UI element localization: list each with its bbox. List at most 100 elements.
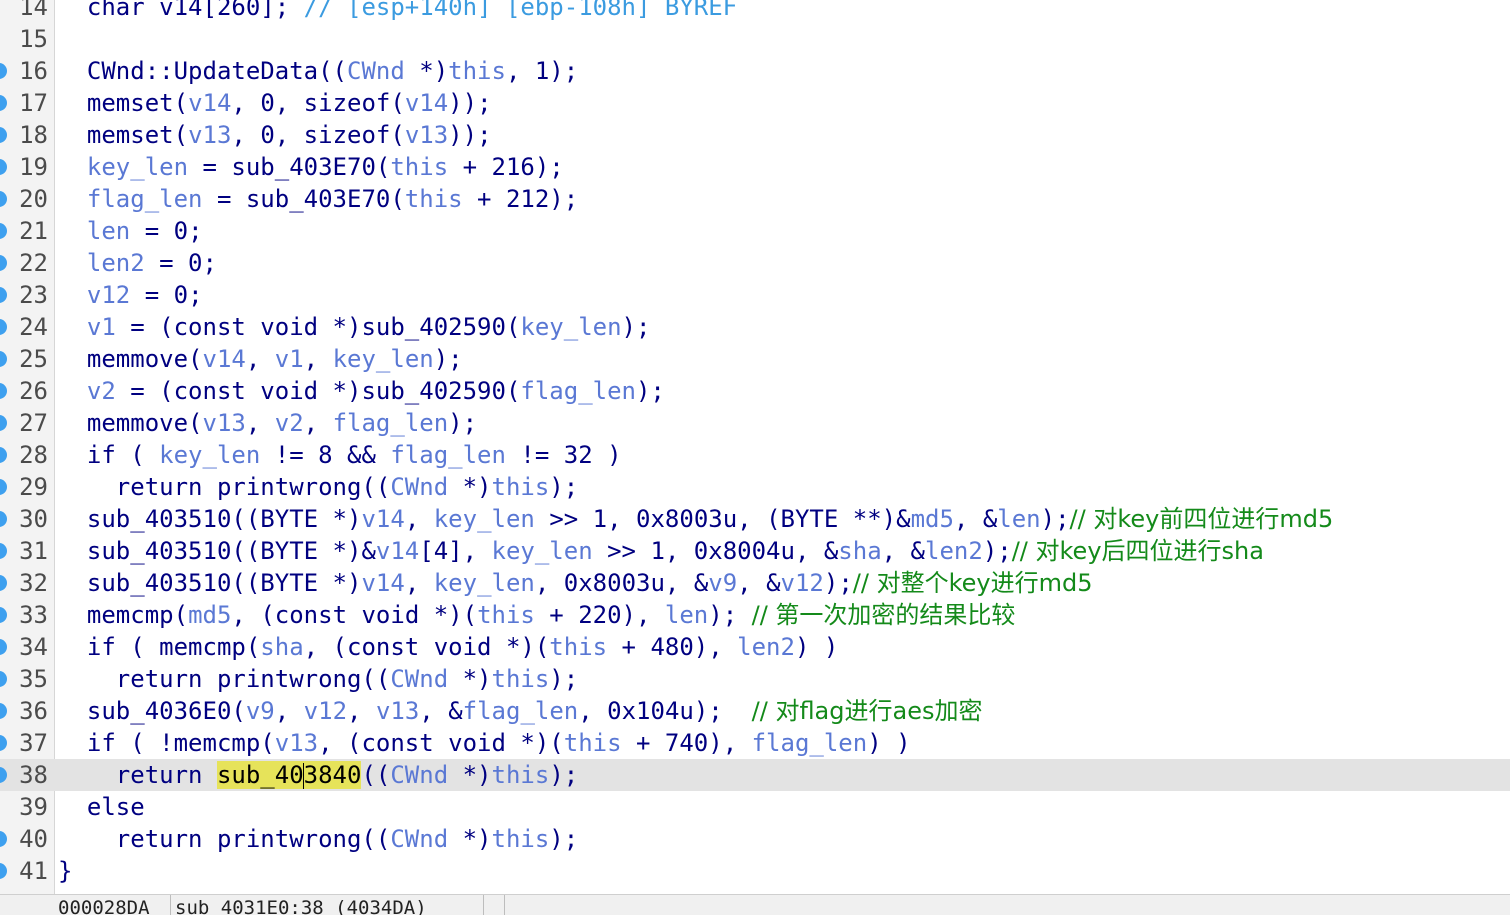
code-text[interactable]: else [58, 791, 145, 823]
code-text[interactable]: CWnd::UpdateData((CWnd *)this, 1); [58, 55, 578, 87]
code-text[interactable]: sub_4036E0(v9, v12, v13, &flag_len, 0x10… [58, 695, 983, 727]
code-token: CWnd::UpdateData(( [86, 57, 347, 85]
code-text[interactable]: sub_403510((BYTE *)&v14[4], key_len >> 1… [58, 535, 1264, 567]
code-text[interactable]: return printwrong((CWnd *)this); [58, 663, 578, 695]
breakpoint-marker-icon[interactable] [0, 703, 7, 719]
code-text[interactable]: v2 = (const void *)sub_402590(flag_len); [58, 375, 665, 407]
code-text[interactable]: if ( memcmp(sha, (const void *)(this + 4… [58, 631, 838, 663]
breakpoint-marker-icon[interactable] [0, 671, 7, 687]
code-line[interactable]: 37 if ( !memcmp(v13, (const void *)(this… [0, 727, 1510, 759]
code-line[interactable]: 14 char v14[260]; // [esp+140h] [ebp-108… [0, 0, 1510, 23]
breakpoint-marker-icon[interactable] [0, 479, 7, 495]
breakpoint-marker-icon[interactable] [0, 351, 7, 367]
code-text[interactable]: memset(v14, 0, sizeof(v14)); [58, 87, 492, 119]
code-line[interactable]: 16 CWnd::UpdateData((CWnd *)this, 1); [0, 55, 1510, 87]
code-text[interactable]: len2 = 0; [58, 247, 217, 279]
highlighted-symbol: 3840 [303, 761, 362, 789]
code-comment: // 对flag进行aes加密 [751, 697, 983, 725]
code-text[interactable]: return printwrong((CWnd *)this); [58, 823, 578, 855]
code-text[interactable]: return printwrong((CWnd *)this); [58, 471, 578, 503]
line-number: 27 [19, 409, 48, 437]
code-line[interactable]: 20 flag_len = sub_403E70(this + 212); [0, 183, 1510, 215]
code-line[interactable]: 18 memset(v13, 0, sizeof(v13)); [0, 119, 1510, 151]
code-identifier: key_len [332, 345, 434, 373]
code-token: , & [419, 697, 463, 725]
code-line[interactable]: 41} [0, 855, 1510, 887]
code-line[interactable]: 27 memmove(v13, v2, flag_len); [0, 407, 1510, 439]
code-line[interactable]: 40 return printwrong((CWnd *)this); [0, 823, 1510, 855]
status-address: 000028DA [54, 895, 171, 915]
code-text[interactable]: v1 = (const void *)sub_402590(key_len); [58, 311, 651, 343]
breakpoint-marker-icon[interactable] [0, 255, 7, 271]
breakpoint-marker-icon[interactable] [0, 447, 7, 463]
code-line[interactable]: 33 memcmp(md5, (const void *)(this + 220… [0, 599, 1510, 631]
breakpoint-marker-icon[interactable] [0, 639, 7, 655]
code-line[interactable]: 38 return sub_403840((CWnd *)this); [0, 759, 1510, 791]
breakpoint-marker-icon[interactable] [0, 63, 7, 79]
code-text[interactable]: len = 0; [58, 215, 203, 247]
code-comment: // [esp+140h] [ebp-108h] BYREF [303, 0, 738, 21]
breakpoint-marker-icon[interactable] [0, 831, 7, 847]
code-identifier: key_len [433, 505, 535, 533]
code-token: (( [361, 761, 391, 789]
code-line[interactable]: 28 if ( key_len != 8 && flag_len != 32 ) [0, 439, 1510, 471]
code-line[interactable]: 23 v12 = 0; [0, 279, 1510, 311]
code-text[interactable]: key_len = sub_403E70(this + 216); [58, 151, 564, 183]
code-text[interactable]: v12 = 0; [58, 279, 203, 311]
code-line[interactable]: 29 return printwrong((CWnd *)this); [0, 471, 1510, 503]
code-line[interactable]: 24 v1 = (const void *)sub_402590(key_len… [0, 311, 1510, 343]
code-token: if ( [86, 441, 160, 469]
code-token: )); [448, 121, 492, 149]
code-token: ); [448, 409, 478, 437]
code-line[interactable]: 26 v2 = (const void *)sub_402590(flag_le… [0, 375, 1510, 407]
breakpoint-marker-icon[interactable] [0, 383, 7, 399]
breakpoint-marker-icon[interactable] [0, 127, 7, 143]
code-text[interactable]: if ( key_len != 8 && flag_len != 32 ) [58, 439, 622, 471]
breakpoint-marker-icon[interactable] [0, 863, 7, 879]
code-line[interactable]: 17 memset(v14, 0, sizeof(v14)); [0, 87, 1510, 119]
breakpoint-marker-icon[interactable] [0, 767, 7, 783]
breakpoint-marker-icon[interactable] [0, 735, 7, 751]
code-text[interactable]: if ( !memcmp(v13, (const void *)(this + … [58, 727, 911, 759]
code-line[interactable]: 35 return printwrong((CWnd *)this); [0, 663, 1510, 695]
breakpoint-marker-icon[interactable] [0, 223, 7, 239]
code-text[interactable]: memset(v13, 0, sizeof(v13)); [58, 119, 492, 151]
code-token: , & [953, 505, 998, 533]
code-text[interactable]: memmove(v14, v1, key_len); [58, 343, 463, 375]
breakpoint-marker-icon[interactable] [0, 575, 7, 591]
code-text[interactable]: flag_len = sub_403E70(this + 212); [58, 183, 578, 215]
code-text[interactable]: memmove(v13, v2, flag_len); [58, 407, 477, 439]
line-number: 24 [19, 313, 48, 341]
code-line[interactable]: 22 len2 = 0; [0, 247, 1510, 279]
code-line[interactable]: 19 key_len = sub_403E70(this + 216); [0, 151, 1510, 183]
code-line[interactable]: 36 sub_4036E0(v9, v12, v13, &flag_len, 0… [0, 695, 1510, 727]
code-text[interactable]: sub_403510((BYTE *)v14, key_len, 0x8003u… [58, 567, 1093, 599]
code-line[interactable]: 34 if ( memcmp(sha, (const void *)(this … [0, 631, 1510, 663]
code-text[interactable]: } [58, 855, 72, 887]
code-line[interactable]: 15 [0, 23, 1510, 55]
code-text[interactable]: return sub_403840((CWnd *)this); [58, 759, 578, 791]
breakpoint-marker-icon[interactable] [0, 607, 7, 623]
code-token: memcmp( [86, 601, 189, 629]
code-token: , [274, 697, 304, 725]
breakpoint-marker-icon[interactable] [0, 159, 7, 175]
code-comment: // 对整个key进行md5 [852, 569, 1093, 597]
code-line[interactable]: 21 len = 0; [0, 215, 1510, 247]
breakpoint-marker-icon[interactable] [0, 543, 7, 559]
breakpoint-marker-icon[interactable] [0, 319, 7, 335]
code-line[interactable]: 30 sub_403510((BYTE *)v14, key_len >> 1,… [0, 503, 1510, 535]
code-line[interactable]: 32 sub_403510((BYTE *)v14, key_len, 0x80… [0, 567, 1510, 599]
code-text[interactable]: sub_403510((BYTE *)v14, key_len >> 1, 0x… [58, 503, 1333, 535]
code-text[interactable]: char v14[260]; // [esp+140h] [ebp-108h] … [58, 0, 737, 23]
code-line[interactable]: 25 memmove(v14, v1, key_len); [0, 343, 1510, 375]
code-text[interactable]: memcmp(md5, (const void *)(this + 220), … [58, 599, 1016, 631]
breakpoint-marker-icon[interactable] [0, 287, 7, 303]
breakpoint-marker-icon[interactable] [0, 511, 7, 527]
code-line[interactable]: 39 else [0, 791, 1510, 823]
breakpoint-marker-icon[interactable] [0, 191, 7, 207]
code-line[interactable]: 31 sub_403510((BYTE *)&v14[4], key_len >… [0, 535, 1510, 567]
breakpoint-marker-icon[interactable] [0, 415, 7, 431]
code-token: , (const void *)( [303, 633, 550, 661]
pseudocode-view[interactable]: 14 char v14[260]; // [esp+140h] [ebp-108… [0, 0, 1510, 894]
breakpoint-marker-icon[interactable] [0, 95, 7, 111]
